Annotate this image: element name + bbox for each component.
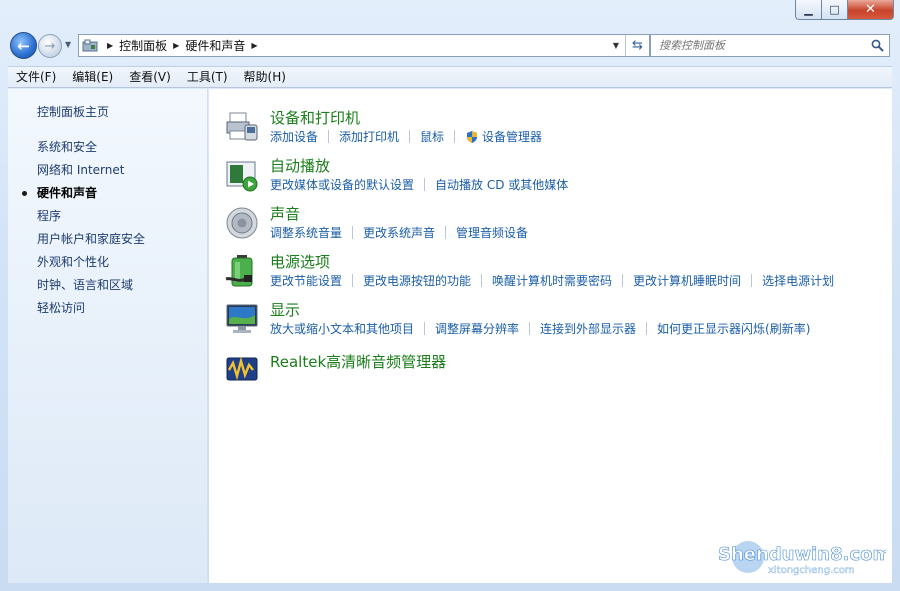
link-choose-power-plan[interactable]: 选择电源计划	[762, 272, 834, 289]
link-device-manager-label: 设备管理器	[482, 130, 543, 144]
group-links: 添加设备 添加打印机 鼠标 设备管理器	[270, 128, 542, 145]
menu-file[interactable]: 文件(F)	[8, 67, 64, 87]
search-box	[650, 34, 890, 57]
group-title-devices-printers[interactable]: 设备和打印机	[270, 107, 360, 128]
site-watermark: Shenduwin8.com xitongcheng.com	[706, 535, 892, 577]
sidebar-item-programs[interactable]: 程序	[37, 205, 145, 228]
monitor-icon[interactable]	[224, 301, 260, 337]
speaker-icon[interactable]	[224, 205, 260, 241]
link-power-button-function[interactable]: 更改电源按钮的功能	[363, 272, 471, 289]
sidebar-item-user-accounts[interactable]: 用户帐户和家庭安全	[37, 228, 145, 251]
back-button[interactable]: ←	[10, 32, 37, 59]
link-divider	[352, 226, 354, 239]
printer-icon[interactable]	[224, 109, 260, 145]
link-divider	[352, 274, 354, 287]
link-divider	[445, 226, 447, 239]
control-panel-icon	[79, 35, 101, 56]
watermark-main: Shenduwin8.com	[718, 544, 886, 565]
link-divider	[622, 274, 624, 287]
link-refresh-rate[interactable]: 如何更正显示器闪烁(刷新率)	[657, 320, 810, 337]
link-divider	[481, 274, 483, 287]
link-divider	[751, 274, 753, 287]
link-divider	[646, 322, 648, 335]
breadcrumb-arrow-icon[interactable]: ▶	[173, 41, 179, 50]
sidebar-category-list: 系统和安全 网络和 Internet 硬件和声音 程序 用户帐户和家庭安全 外观…	[21, 136, 145, 320]
autoplay-icon[interactable]	[224, 157, 260, 193]
arrow-right-icon: →	[44, 38, 56, 54]
recent-pages-dropdown[interactable]: ▼	[65, 40, 71, 49]
link-screen-resolution[interactable]: 调整屏幕分辨率	[435, 320, 519, 337]
link-autoplay-cd[interactable]: 自动播放 CD 或其他媒体	[435, 176, 568, 193]
group-title-realtek-audio[interactable]: Realtek高清晰音频管理器	[270, 351, 446, 372]
uac-shield-icon	[467, 130, 478, 143]
link-wake-password[interactable]: 唤醒计算机时需要密码	[492, 272, 612, 289]
realtek-audio-icon[interactable]	[224, 351, 260, 387]
link-divider	[424, 178, 426, 191]
link-divider	[409, 130, 411, 143]
link-device-manager[interactable]: 设备管理器	[465, 128, 542, 145]
sidebar-item-appearance[interactable]: 外观和个性化	[37, 251, 145, 274]
breadcrumb-hardware-sound[interactable]: 硬件和声音	[185, 37, 245, 54]
link-mouse[interactable]: 鼠标	[420, 128, 444, 145]
breadcrumb-arrow-icon[interactable]: ▶	[251, 41, 257, 50]
sidebar-item-ease-of-access[interactable]: 轻松访问	[37, 297, 145, 320]
search-icon[interactable]	[865, 39, 889, 52]
sidebar-item-network[interactable]: 网络和 Internet	[37, 159, 145, 182]
sidebar-item-system-security[interactable]: 系统和安全	[37, 136, 145, 159]
link-divider	[454, 130, 456, 143]
refresh-icon: ⇆	[632, 38, 643, 53]
caption-controls: ▁ □ ✕	[795, 0, 894, 20]
battery-icon[interactable]	[224, 253, 260, 289]
sidebar-home-link[interactable]: 控制面板主页	[37, 103, 109, 120]
window-frame: ▁ □ ✕ ← → ▼ ▶ 控制面板 ▶ 硬件和声音 ▶ ▼ ⇆ 搜索控制面板 …	[0, 0, 900, 591]
menu-view[interactable]: 查看(V)	[121, 67, 179, 87]
group-title-display[interactable]: 显示	[270, 299, 300, 320]
minimize-button[interactable]: ▁	[795, 0, 822, 20]
link-text-size[interactable]: 放大或缩小文本和其他项目	[270, 320, 414, 337]
sidebar-item-clock-language[interactable]: 时钟、语言和区域	[37, 274, 145, 297]
group-title-sound[interactable]: 声音	[270, 203, 300, 224]
link-manage-audio-devices[interactable]: 管理音频设备	[456, 224, 528, 241]
menu-edit[interactable]: 编辑(E)	[64, 67, 121, 87]
link-add-device[interactable]: 添加设备	[270, 128, 318, 145]
maximize-button[interactable]: □	[822, 0, 848, 20]
group-links: 调整系统音量 更改系统声音 管理音频设备	[270, 224, 528, 241]
group-links: 更改媒体或设备的默认设置 自动播放 CD 或其他媒体	[270, 176, 568, 193]
navigation-row: ← → ▼ ▶ 控制面板 ▶ 硬件和声音 ▶ ▼ ⇆	[8, 30, 892, 60]
arrow-left-icon: ←	[17, 36, 30, 55]
link-divider	[529, 322, 531, 335]
sidebar: 控制面板主页 系统和安全 网络和 Internet 硬件和声音 程序 用户帐户和…	[8, 89, 208, 583]
breadcrumb-arrow-icon[interactable]: ▶	[107, 41, 113, 50]
link-divider	[424, 322, 426, 335]
link-external-display[interactable]: 连接到外部显示器	[540, 320, 636, 337]
close-button[interactable]: ✕	[848, 0, 894, 20]
menu-tools[interactable]: 工具(T)	[179, 67, 236, 87]
group-links: 更改节能设置 更改电源按钮的功能 唤醒计算机时需要密码 更改计算机睡眠时间 选择…	[270, 272, 834, 289]
forward-button[interactable]: →	[38, 34, 62, 58]
breadcrumb-control-panel[interactable]: 控制面板	[119, 37, 167, 54]
watermark-sub: xitongcheng.com	[768, 565, 855, 576]
link-divider	[328, 130, 330, 143]
link-change-power-saving[interactable]: 更改节能设置	[270, 272, 342, 289]
search-input[interactable]	[651, 35, 865, 56]
link-change-sounds[interactable]: 更改系统声音	[363, 224, 435, 241]
link-adjust-volume[interactable]: 调整系统音量	[270, 224, 342, 241]
group-links: 放大或缩小文本和其他项目 调整屏幕分辨率 连接到外部显示器 如何更正显示器闪烁(…	[270, 320, 810, 337]
menu-help[interactable]: 帮助(H)	[236, 67, 294, 87]
group-title-power-options[interactable]: 电源选项	[270, 251, 330, 272]
menu-bar: 文件(F) 编辑(E) 查看(V) 工具(T) 帮助(H)	[8, 66, 892, 88]
group-title-autoplay[interactable]: 自动播放	[270, 155, 330, 176]
link-add-printer[interactable]: 添加打印机	[339, 128, 399, 145]
sidebar-item-hardware-sound[interactable]: 硬件和声音	[21, 182, 145, 205]
link-sleep-time[interactable]: 更改计算机睡眠时间	[633, 272, 741, 289]
address-dropdown-button[interactable]: ▼	[609, 35, 623, 56]
content-pane: 设备和打印机 添加设备 添加打印机 鼠标 设备管理器 自动播放 更改媒体或设备的…	[209, 89, 892, 583]
refresh-button[interactable]: ⇆	[625, 35, 649, 56]
address-bar[interactable]: ▶ 控制面板 ▶ 硬件和声音 ▶ ▼ ⇆	[78, 34, 650, 57]
link-change-media-defaults[interactable]: 更改媒体或设备的默认设置	[270, 176, 414, 193]
breadcrumb: ▶ 控制面板 ▶ 硬件和声音 ▶	[101, 37, 264, 54]
